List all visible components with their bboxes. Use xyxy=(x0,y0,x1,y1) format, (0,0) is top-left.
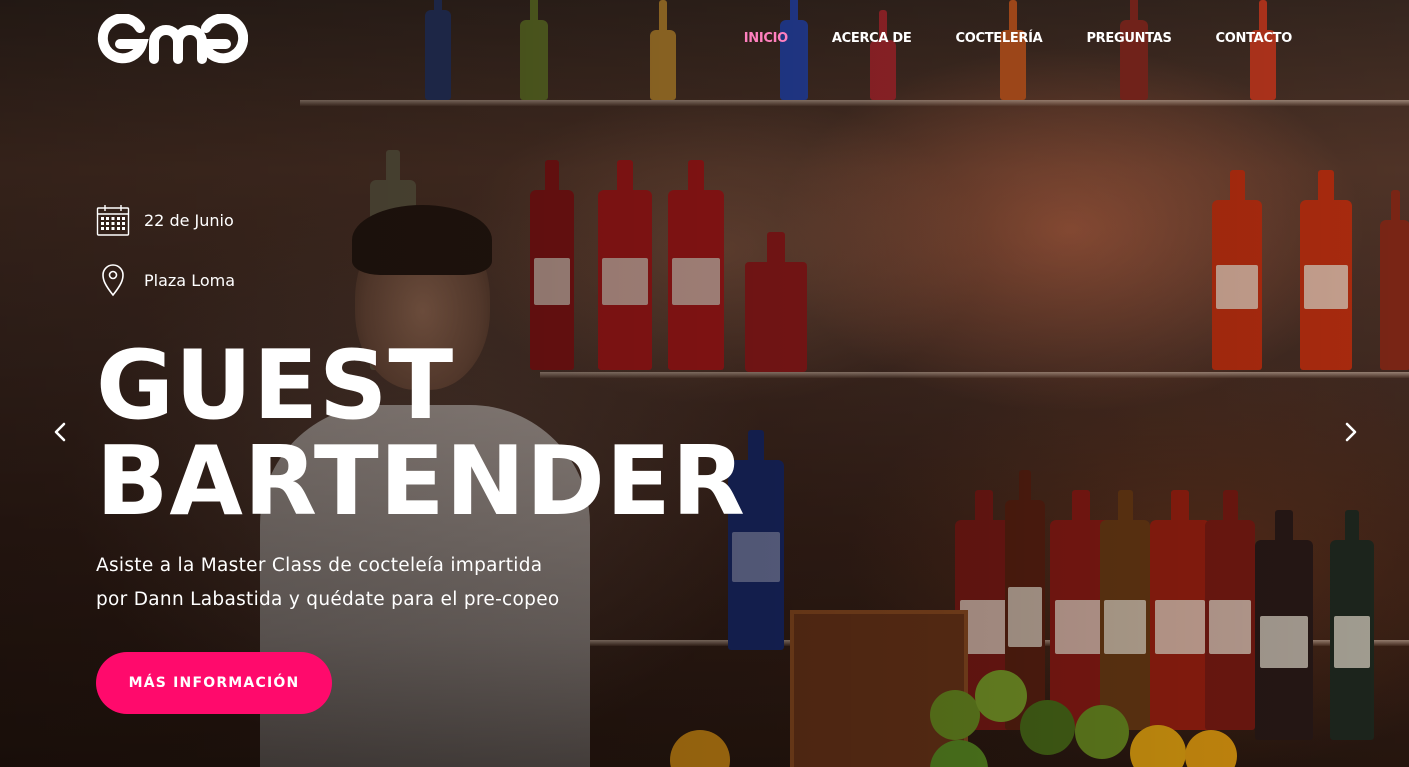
hero-subtitle-line-1: Asiste a la Master Class de cocteleía im… xyxy=(96,555,543,576)
chevron-left-icon xyxy=(54,422,66,442)
hero-subtitle-line-2: por Dann Labastida y quédate para el pre… xyxy=(96,589,560,610)
calendar-icon xyxy=(96,205,130,236)
nav-item-cocteleria[interactable]: COCTELERÍA xyxy=(955,30,1042,48)
map-pin-icon xyxy=(102,264,124,297)
gmg-logo-icon xyxy=(97,13,249,64)
hero-subtitle: Asiste a la Master Class de cocteleía im… xyxy=(96,549,596,617)
nav-item-contacto[interactable]: CONTACTO xyxy=(1216,30,1293,48)
hero-title-line-1: GUEST xyxy=(96,331,455,441)
main-nav: INICIO ACERCA DE COCTELERÍA PREGUNTAS CO… xyxy=(700,30,1293,48)
event-date-text: 22 de Junio xyxy=(144,210,234,230)
more-info-button[interactable]: MÁS INFORMACIÓN xyxy=(96,652,332,714)
nav-item-preguntas[interactable]: PREGUNTAS xyxy=(1086,30,1171,48)
event-location: Plaza Loma xyxy=(96,263,236,297)
event-date: 22 de Junio xyxy=(96,203,236,237)
hero-title: GUEST BARTENDER xyxy=(96,338,746,530)
hero-slider: INICIO ACERCA DE COCTELERÍA PREGUNTAS CO… xyxy=(0,0,1409,767)
nav-item-acerca-de[interactable]: ACERCA DE xyxy=(832,30,912,48)
nav-item-inicio[interactable]: INICIO xyxy=(744,30,788,48)
hero-title-line-2: BARTENDER xyxy=(96,427,746,537)
logo[interactable] xyxy=(96,13,249,64)
carousel-prev-button[interactable] xyxy=(42,414,78,450)
carousel-next-button[interactable] xyxy=(1333,414,1369,450)
event-location-text: Plaza Loma xyxy=(144,270,235,290)
chevron-right-icon xyxy=(1345,422,1357,442)
